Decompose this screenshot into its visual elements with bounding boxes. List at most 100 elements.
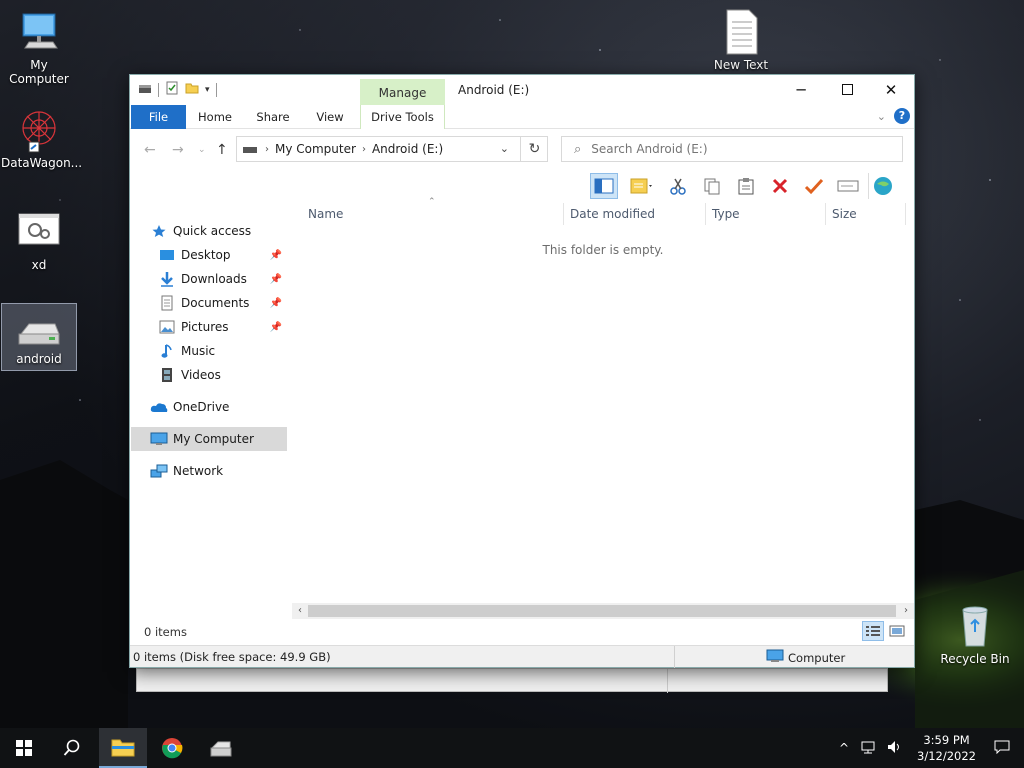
nav-label: Music [181, 344, 216, 358]
close-icon: ✕ [884, 81, 898, 99]
clock[interactable]: 3:59 PM 3/12/2022 [917, 732, 976, 764]
details-view-button[interactable] [862, 621, 884, 641]
show-hidden-icons-icon[interactable]: ^ [839, 741, 849, 755]
minimize-icon: ─ [796, 81, 806, 99]
download-arrow-icon [158, 271, 176, 287]
scroll-right-icon[interactable]: › [898, 603, 914, 619]
network-globe-button[interactable] [868, 173, 896, 199]
expand-ribbon-icon[interactable]: ⌄ [877, 110, 886, 123]
pin-icon[interactable]: 📌 [270, 274, 282, 285]
desktop-icon-new-text[interactable]: New Text [703, 8, 779, 72]
taskbar-chrome[interactable] [148, 728, 196, 768]
nav-item-quick-access[interactable]: Quick access [150, 219, 306, 243]
pin-icon[interactable]: 📌 [270, 322, 282, 333]
network-tray-icon[interactable] [861, 740, 877, 757]
forward-arrow-icon[interactable]: → [172, 142, 184, 158]
tab-file[interactable]: File [131, 105, 186, 129]
properties-icon[interactable] [165, 81, 179, 98]
volume-icon[interactable] [887, 740, 903, 757]
desktop-icon-xd[interactable]: xd [1, 208, 77, 272]
tab-share[interactable]: Share [248, 105, 298, 129]
search-icon [63, 739, 80, 756]
breadcrumb-my-computer[interactable]: My Computer [275, 142, 356, 156]
search-button[interactable] [48, 728, 96, 768]
scroll-left-icon[interactable]: ‹ [292, 603, 308, 619]
minimize-button[interactable]: ─ [778, 75, 824, 105]
scissors-icon [670, 178, 686, 195]
tab-drive-tools[interactable]: Drive Tools [360, 105, 445, 129]
rename-button[interactable] [834, 173, 862, 199]
cloud-icon [150, 399, 168, 415]
search-box[interactable]: ⌕ [561, 136, 903, 162]
new-item-button[interactable] [624, 173, 658, 199]
column-header-name[interactable]: Name [302, 203, 564, 225]
column-header-date-modified[interactable]: Date modified [564, 203, 706, 225]
preview-pane-button[interactable] [590, 173, 618, 199]
taskbar-drive-app[interactable] [197, 728, 245, 768]
desktop-icon-my-computer[interactable]: My Computer [1, 8, 77, 86]
tab-home[interactable]: Home [190, 105, 240, 129]
nav-label: Desktop [181, 248, 231, 262]
recent-locations-icon[interactable]: ⌄ [198, 145, 206, 155]
details-view-icon [866, 626, 880, 636]
pin-icon[interactable]: 📌 [270, 298, 282, 309]
rename-icon [837, 180, 859, 192]
desktop-icon-label: android [16, 352, 62, 366]
scrollbar-thumb[interactable] [308, 605, 896, 617]
music-note-icon [158, 343, 176, 359]
status-free-space: 0 items (Disk free space: 49.9 GB) [133, 650, 331, 664]
back-arrow-icon[interactable]: ← [144, 142, 156, 158]
nav-item-desktop[interactable]: Desktop 📌 [158, 243, 286, 267]
picture-icon [158, 319, 176, 335]
maximize-button[interactable] [824, 75, 870, 105]
column-header-type[interactable]: Type [706, 203, 826, 225]
delete-button[interactable] [766, 173, 794, 199]
paste-button[interactable] [732, 173, 760, 199]
confirm-button[interactable] [800, 173, 828, 199]
nav-item-onedrive[interactable]: OneDrive [150, 395, 306, 419]
recycle-bin-icon [951, 602, 999, 650]
help-icon[interactable]: ? [894, 108, 910, 124]
nav-label: Quick access [173, 224, 252, 238]
pin-icon[interactable]: 📌 [270, 250, 282, 261]
copy-button[interactable] [698, 173, 726, 199]
chevron-right-icon[interactable]: › [362, 144, 366, 155]
nav-label: Videos [181, 368, 221, 382]
desktop-icon-android[interactable]: android [1, 303, 77, 371]
start-button[interactable] [0, 728, 48, 768]
nav-item-network[interactable]: Network [150, 459, 306, 483]
refresh-button[interactable]: ↻ [520, 136, 548, 162]
horizontal-scrollbar[interactable]: ‹ › [292, 603, 914, 619]
search-input[interactable] [591, 142, 872, 156]
nav-item-videos[interactable]: Videos [158, 363, 286, 387]
desktop-icon-datawagon[interactable]: DataWagon... [1, 106, 82, 170]
new-folder-icon[interactable] [185, 81, 199, 98]
usb-drive-icon [210, 741, 232, 757]
empty-folder-message: This folder is empty. [542, 243, 664, 257]
up-arrow-icon[interactable]: ↑ [216, 142, 228, 158]
taskbar-file-explorer[interactable] [99, 728, 147, 768]
nav-item-pictures[interactable]: Pictures 📌 [158, 315, 286, 339]
large-icons-view-button[interactable] [886, 621, 908, 641]
close-button[interactable]: ✕ [868, 75, 914, 105]
cut-button[interactable] [664, 173, 692, 199]
nav-item-my-computer[interactable]: My Computer [131, 427, 287, 451]
quick-access-toolbar: ▾ [138, 81, 217, 98]
qat-dropdown-icon[interactable]: ▾ [205, 85, 210, 95]
nav-label: Documents [181, 296, 250, 310]
notifications-icon[interactable] [994, 740, 1010, 757]
nav-item-downloads[interactable]: Downloads 📌 [158, 267, 286, 291]
desktop-icon-label: My Computer [9, 58, 69, 86]
breadcrumb-android[interactable]: Android (E:) [372, 142, 443, 156]
column-header-size[interactable]: Size [826, 203, 906, 225]
address-bar[interactable]: › My Computer › Android (E:) ⌄ [236, 136, 548, 162]
nav-item-music[interactable]: Music [158, 339, 286, 363]
chevron-right-icon[interactable]: › [265, 144, 269, 155]
desktop-icon-recycle-bin[interactable]: Recycle Bin [937, 602, 1013, 666]
nav-label: Network [173, 464, 224, 478]
manage-contextual-tab[interactable]: Manage [360, 79, 445, 105]
address-dropdown-icon[interactable]: ⌄ [500, 142, 509, 155]
tab-view[interactable]: View [306, 105, 354, 129]
file-list: ⌃ Name Date modified Type Size This fold… [292, 197, 914, 603]
nav-item-documents[interactable]: Documents 📌 [158, 291, 286, 315]
